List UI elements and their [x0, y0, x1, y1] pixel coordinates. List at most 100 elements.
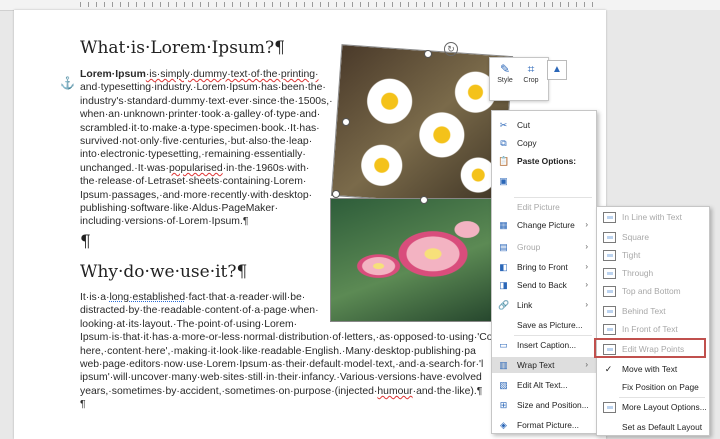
rotate-handle-icon[interactable]: ↻ [444, 42, 458, 56]
context-menu-item[interactable]: ▥ Wrap Text › [492, 357, 596, 373]
context-menu-item[interactable]: ▣ [492, 173, 596, 189]
text-span: ·and·the·like).¶ [412, 385, 483, 397]
ruler-tick [120, 2, 121, 7]
caption-icon: ▭ [499, 340, 508, 350]
text-span: here,·content·here',·making·it·look·like… [80, 345, 476, 357]
context-menu-item[interactable]: ▭ Insert Caption... [492, 337, 596, 353]
wrap-submenu-item[interactable]: In Front of Text [597, 321, 709, 337]
text-span: Ipsum·passages,·and·more·recently·with·d… [80, 189, 313, 201]
ruler-tick [584, 2, 585, 7]
text-span: survived·not·only·five·centuries,·but·al… [80, 136, 313, 148]
ruler-tick [472, 2, 473, 7]
context-menu-label: Size and Position... [517, 400, 589, 410]
text-line: survived·not·only·five·centuries,·but·al… [80, 135, 333, 148]
plumeria-image[interactable] [330, 198, 502, 322]
wrap-submenu-label: In Line with Text [622, 212, 682, 222]
text-span: including·versions·of·Lorem·Ipsum.¶ [80, 216, 249, 228]
context-menu-label: Change Picture [517, 220, 575, 230]
ruler-tick [192, 2, 193, 7]
context-menu-item[interactable]: ◨ Send to Back › [492, 277, 596, 293]
context-menu-item[interactable]: ▤ Group › [492, 239, 596, 255]
wrap-submenu-item[interactable]: Behind Text [597, 303, 709, 319]
ruler-tick [80, 2, 81, 7]
ruler-tick [112, 2, 113, 7]
resize-handle[interactable] [424, 50, 432, 58]
context-menu-item[interactable]: 🔗 Link › [492, 297, 596, 313]
text-line: publishing·software·like·Aldus·PageMaker… [80, 202, 333, 215]
text-span: ·fact·that·a·reader·will·be· [185, 292, 306, 303]
wrap-submenu-item[interactable]: Set as Default Layout [597, 419, 709, 435]
text-line: Ipsum·is·that·it·has·a·more-or-less·norm… [80, 331, 493, 344]
ruler-tick [264, 2, 265, 7]
text-line: here,·content·here',·making·it·look·like… [80, 345, 493, 358]
style-button[interactable]: ✎ Style [494, 61, 516, 84]
context-menu-item[interactable]: ◧ Bring to Front › [492, 259, 596, 275]
text-span: and·typesetting·industry.·Lorem·Ipsum·ha… [80, 82, 326, 94]
context-menu-item[interactable]: ▦ Change Picture › [492, 217, 596, 233]
heading-what-is-lorem-ipsum: What·is·Lorem·Ipsum?¶ [80, 38, 285, 58]
ruler-tick [216, 2, 217, 7]
ruler-tick [592, 2, 593, 7]
wrap-submenu-item[interactable]: Tight [597, 247, 709, 263]
tight-wrap-icon [603, 250, 616, 261]
ruler-tick [248, 2, 249, 7]
wrap-submenu-item[interactable]: ✓ Move with Text [597, 361, 709, 377]
context-menu-item[interactable]: ⊞ Size and Position... [492, 397, 596, 413]
ruler-tick [536, 2, 537, 7]
text-span: humour [377, 385, 413, 397]
wrap-submenu-item[interactable]: More Layout Options... [597, 399, 709, 415]
ruler-tick [480, 2, 481, 7]
context-menu-label: Edit Picture [517, 202, 560, 212]
ruler-tick [96, 2, 97, 7]
wrap-submenu-item[interactable]: In Line with Text [597, 209, 709, 225]
text-span: ipsum'·will·uncover·many·web·sites·still… [80, 372, 482, 384]
wrap-submenu-item[interactable]: Through [597, 265, 709, 281]
ruler-tick [448, 2, 449, 7]
chevron-right-icon: › [585, 220, 588, 229]
crop-button[interactable]: ⌗ Crop [520, 61, 542, 84]
layout-options-icon[interactable]: ▲ [547, 60, 567, 80]
text-line: web·page·editors·now·use·Lorem·Ipsum·as·… [80, 358, 493, 371]
context-menu-item[interactable]: Save as Picture... [492, 317, 596, 333]
ruler-tick [568, 2, 569, 7]
alt-text-icon: ▧ [499, 380, 508, 390]
text-span: years,·sometimes·by·accident,·sometimes·… [80, 385, 378, 397]
resize-handle[interactable] [420, 196, 428, 204]
wrap-submenu-label: Tight [622, 250, 641, 260]
daisies-image[interactable] [330, 44, 514, 208]
text-line: Ipsum·passages,·and·more·recently·with·d… [80, 189, 333, 202]
ruler-tick [152, 2, 153, 7]
ruler-tick [576, 2, 577, 7]
wrap-submenu-item[interactable]: Square [597, 229, 709, 245]
text-span: ·in·the·1960s·with· [222, 162, 310, 174]
menu-separator [514, 335, 592, 336]
text-span: unchanged.·It·was· [80, 162, 169, 174]
anchor-icon: ⚓ [60, 76, 75, 90]
context-menu-item[interactable]: ⧉ Copy [492, 135, 596, 151]
ruler-tick [464, 2, 465, 7]
resize-handle[interactable] [332, 190, 340, 198]
ruler-tick [288, 2, 289, 7]
wrap-submenu-item[interactable]: Fix Position on Page [597, 379, 709, 395]
chevron-right-icon: › [585, 280, 588, 289]
context-menu-item[interactable]: ◈ Format Picture... [492, 417, 596, 433]
wrap-submenu-item[interactable]: Top and Bottom [597, 283, 709, 299]
change-picture-icon: ▦ [499, 220, 508, 230]
ruler-tick [424, 2, 425, 7]
text-line: into·electronic·typesetting,·remaining·e… [80, 148, 333, 161]
resize-handle[interactable] [342, 118, 350, 126]
context-menu-label: Send to Back [517, 280, 567, 290]
context-menu-item[interactable]: Edit Picture [492, 199, 596, 215]
context-menu-item[interactable]: ▧ Edit Alt Text... [492, 377, 596, 393]
ruler-tick [200, 2, 201, 7]
ruler-tick [440, 2, 441, 7]
context-menu-item[interactable]: 📋 Paste Options: [492, 153, 596, 169]
wrap-submenu-label: Behind Text [622, 306, 666, 316]
text-line: including·versions·of·Lorem·Ipsum.¶ [80, 215, 333, 228]
context-menu-item[interactable]: ✂ Cut [492, 117, 596, 133]
paragraph-1[interactable]: Lorem·Ipsum·is·simply·dummy·text·of·the·… [80, 68, 333, 229]
behind-text-icon [603, 306, 616, 317]
ruler-tick [128, 2, 129, 7]
ruler-tick [240, 2, 241, 7]
picture-mini-toolbar: ✎ Style ⌗ Crop [489, 57, 549, 101]
